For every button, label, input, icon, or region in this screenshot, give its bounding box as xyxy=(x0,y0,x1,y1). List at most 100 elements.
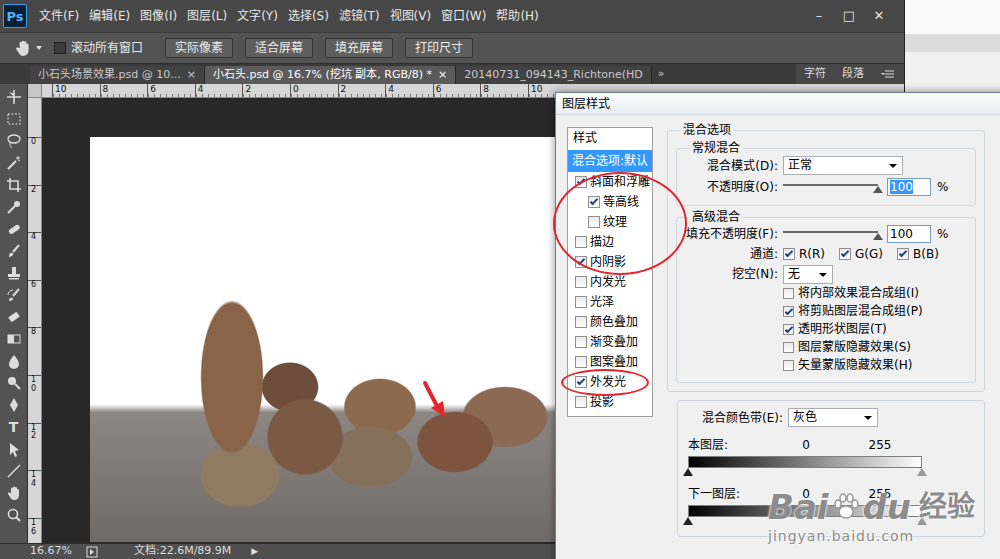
style-item[interactable]: 光泽 xyxy=(568,292,652,312)
option-button[interactable]: 打印尺寸 xyxy=(405,38,473,58)
document-tab[interactable]: 20140731_094143_Richtone(HD xyxy=(456,66,652,84)
document-tab[interactable]: 小石头.psd @ 16.7% (挖坑 副本, RGB/8) *× xyxy=(205,66,456,84)
tool-button[interactable]: T xyxy=(0,416,27,438)
checkbox[interactable] xyxy=(54,42,66,54)
menu-item[interactable]: 帮助(H) xyxy=(492,5,542,27)
checkbox[interactable] xyxy=(783,324,794,335)
menu-item[interactable]: 编辑(E) xyxy=(85,5,134,27)
checkbox[interactable] xyxy=(575,316,587,328)
checkbox[interactable] xyxy=(575,336,587,348)
menu-item[interactable]: 窗口(W) xyxy=(437,5,490,27)
checkbox[interactable] xyxy=(783,360,794,371)
tool-button[interactable] xyxy=(0,86,27,108)
blend-option[interactable]: 图层蒙版隐藏效果(S) xyxy=(783,338,967,356)
style-item[interactable]: 投影 xyxy=(568,392,652,412)
tool-button[interactable] xyxy=(0,108,27,130)
window-control-button[interactable]: – xyxy=(804,6,834,26)
number-field[interactable]: 100 xyxy=(887,178,931,196)
channel-option[interactable]: B(B) xyxy=(897,245,939,263)
checkbox[interactable] xyxy=(575,356,587,368)
more-tabs-button[interactable]: » xyxy=(652,66,671,85)
checkbox[interactable] xyxy=(897,248,909,260)
checkbox[interactable] xyxy=(783,288,794,299)
tool-button[interactable] xyxy=(0,482,27,504)
menu-item[interactable]: 图层(L) xyxy=(183,5,231,27)
menu-item[interactable]: 图像(I) xyxy=(136,5,181,27)
zoom-level[interactable]: 16.67% xyxy=(30,543,72,559)
blend-option[interactable]: 矢量蒙版隐藏效果(H) xyxy=(783,356,967,374)
tool-button[interactable] xyxy=(0,174,27,196)
checkbox[interactable] xyxy=(783,248,795,260)
dropdown[interactable]: 正常 xyxy=(783,156,903,175)
tool-button[interactable] xyxy=(0,130,27,152)
white-point-handle[interactable] xyxy=(917,468,927,476)
close-tab-button[interactable]: × xyxy=(438,68,447,82)
checkbox[interactable] xyxy=(575,396,587,408)
tool-button[interactable] xyxy=(0,504,27,526)
scroll-all-windows-option[interactable]: 滚动所有窗口 xyxy=(54,39,143,57)
option-button[interactable]: 适合屏幕 xyxy=(245,38,313,58)
style-item[interactable]: 渐变叠加 xyxy=(568,332,652,352)
checkbox[interactable] xyxy=(839,248,851,260)
option-button[interactable]: 实际像素 xyxy=(165,38,233,58)
window-control-button[interactable]: ✕ xyxy=(864,6,894,26)
style-item[interactable]: 斜面和浮雕 xyxy=(568,172,652,192)
checkbox[interactable] xyxy=(575,256,587,268)
tool-button[interactable] xyxy=(0,306,27,328)
style-item[interactable]: 图案叠加 xyxy=(568,352,652,372)
tool-button[interactable] xyxy=(0,196,27,218)
tool-button[interactable] xyxy=(0,284,27,306)
window-control-button[interactable]: □ xyxy=(834,6,864,26)
option-button[interactable]: 填充屏幕 xyxy=(325,38,393,58)
close-tab-button[interactable]: × xyxy=(187,68,196,82)
menu-item[interactable]: 文字(Y) xyxy=(233,5,282,27)
style-item[interactable]: 纹理 xyxy=(568,212,652,232)
blend-option[interactable]: 将内部效果混合成组(I) xyxy=(783,284,967,302)
blend-option[interactable]: 将剪贴图层混合成组(P) xyxy=(783,302,967,320)
status-menu-button[interactable]: ▶ xyxy=(251,545,258,559)
channel-option[interactable]: G(G) xyxy=(839,245,883,263)
menu-item[interactable]: 滤镜(T) xyxy=(335,5,384,27)
style-item[interactable]: 混合选项:默认 xyxy=(568,150,652,172)
tool-button[interactable] xyxy=(0,152,27,174)
document-tab[interactable]: 小石头场景效果.psd @ 10...× xyxy=(30,66,205,84)
black-point-handle[interactable] xyxy=(683,517,693,525)
checkbox[interactable] xyxy=(575,376,587,388)
number-field[interactable]: 100 xyxy=(887,225,931,243)
dropdown[interactable]: 无 xyxy=(783,265,833,284)
tool-button[interactable] xyxy=(0,394,27,416)
checkbox[interactable] xyxy=(783,306,794,317)
slider-track[interactable] xyxy=(783,181,878,193)
style-item[interactable]: 内阴影 xyxy=(568,252,652,272)
checkbox[interactable] xyxy=(575,176,587,188)
black-point-handle[interactable] xyxy=(683,468,693,476)
band-slider[interactable] xyxy=(688,468,922,477)
style-item[interactable]: 颜色叠加 xyxy=(568,312,652,332)
tool-button[interactable] xyxy=(0,328,27,350)
menu-item[interactable]: 文件(F) xyxy=(35,5,83,27)
checkbox[interactable] xyxy=(783,342,794,353)
white-point-handle[interactable] xyxy=(917,517,927,525)
menu-item[interactable]: 选择(S) xyxy=(284,5,333,27)
tool-button[interactable] xyxy=(0,240,27,262)
band-slider[interactable] xyxy=(688,517,922,526)
panel-tab[interactable]: 字符 xyxy=(796,64,834,85)
tool-button[interactable] xyxy=(0,218,27,240)
checkbox[interactable] xyxy=(588,196,600,208)
tool-button[interactable] xyxy=(0,372,27,394)
menu-item[interactable]: 视图(V) xyxy=(386,5,436,27)
checkbox[interactable] xyxy=(575,296,587,308)
tool-button[interactable] xyxy=(0,262,27,284)
tool-preset-dropdown[interactable] xyxy=(36,46,42,50)
slider-track[interactable] xyxy=(783,228,878,240)
channel-option[interactable]: R(R) xyxy=(783,245,825,263)
checkbox[interactable] xyxy=(575,236,587,248)
checkbox[interactable] xyxy=(575,276,587,288)
tool-button[interactable] xyxy=(0,350,27,372)
ruler-origin[interactable] xyxy=(28,84,42,97)
document-image[interactable] xyxy=(90,137,560,542)
tool-button[interactable] xyxy=(0,460,27,482)
dropdown[interactable]: 灰色 xyxy=(788,408,878,427)
tool-button[interactable] xyxy=(0,438,27,460)
style-item[interactable]: 描边 xyxy=(568,232,652,252)
